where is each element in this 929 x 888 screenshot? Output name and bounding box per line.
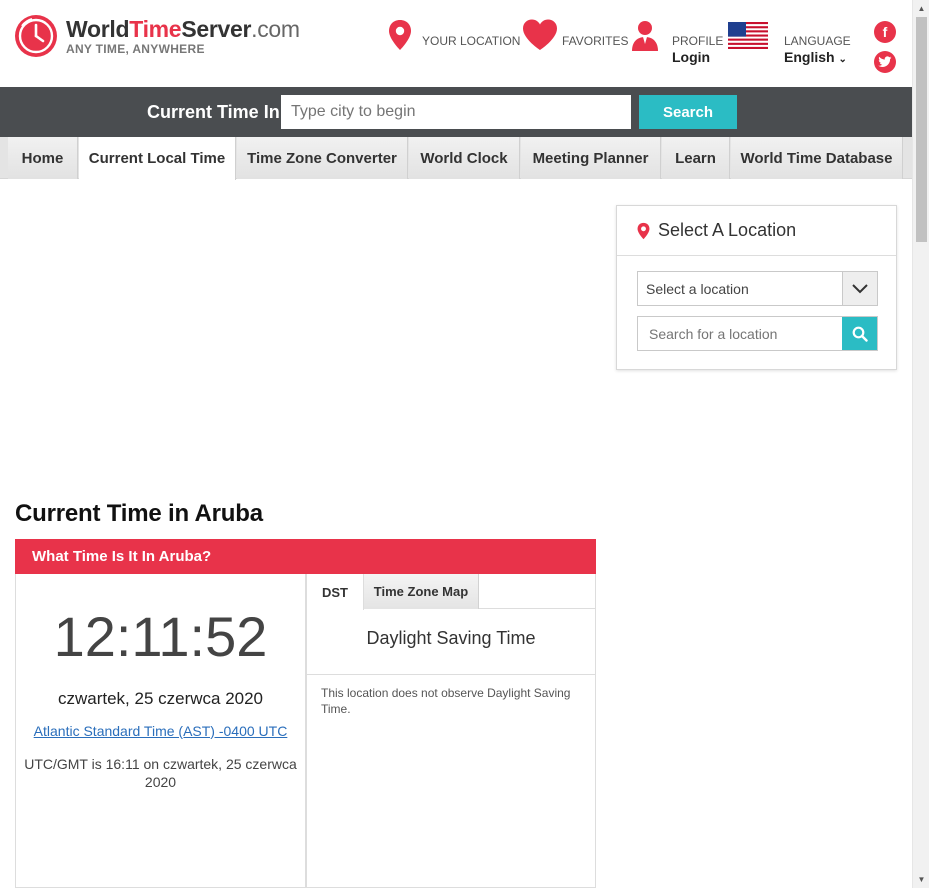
nav-current-local-time[interactable]: Current Local Time (79, 137, 236, 180)
page-scrollbar[interactable]: ▲ ▼ (912, 0, 929, 888)
timezone-link[interactable]: Atlantic Standard Time (AST) -0400 UTC (16, 723, 305, 739)
search-icon[interactable] (842, 317, 877, 350)
logo-wordmark: WorldTimeServer.com (66, 15, 300, 42)
scrollbar-thumb[interactable] (916, 17, 927, 242)
select-location-title: Select A Location (658, 220, 797, 240)
location-select[interactable]: Select a location (637, 271, 878, 306)
language-selector[interactable]: LANGUAGE English ⌄ (728, 22, 851, 68)
clock-logo-icon (15, 15, 57, 57)
nav-world-time-database[interactable]: World Time Database (731, 137, 903, 179)
user-icon (632, 21, 658, 51)
scroll-up-icon[interactable]: ▲ (913, 0, 929, 17)
page-title: Current Time in Aruba (15, 500, 263, 527)
select-location-panel: Select A Location Select a location (616, 205, 897, 370)
profile-label: PROFILE (672, 34, 724, 48)
chevron-down-icon[interactable] (842, 272, 877, 305)
select-location-header: Select A Location (617, 206, 896, 256)
nav-learn[interactable]: Learn (662, 137, 730, 179)
map-pin-icon (637, 222, 650, 239)
facebook-icon[interactable]: f (874, 21, 896, 43)
language-label: LANGUAGE (784, 34, 851, 48)
dst-description: This location does not observe Daylight … (321, 686, 571, 716)
favorites-label: FAVORITES (562, 34, 629, 48)
logo-tagline: ANY TIME, ANYWHERE (66, 41, 205, 56)
tab-dst[interactable]: DST (307, 574, 364, 610)
section-header: What Time Is It In Aruba? (15, 539, 596, 574)
info-tabs-panel: DST Time Zone Map Daylight Saving Time T… (306, 574, 596, 888)
twitter-icon[interactable] (874, 51, 896, 73)
utc-time: UTC/GMT is 16:11 on czwartek, 25 czerwca… (24, 756, 297, 790)
favorites-link[interactable]: FAVORITES (522, 19, 628, 51)
scroll-down-icon[interactable]: ▼ (913, 871, 929, 888)
us-flag-icon (728, 22, 768, 49)
nav-home[interactable]: Home (8, 137, 78, 179)
tab-strip: DST Time Zone Map (307, 574, 595, 610)
map-pin-icon (389, 20, 411, 50)
nav-world-clock[interactable]: World Clock (409, 137, 520, 179)
site-logo[interactable]: WorldTimeServer.com ANY TIME, ANYWHERE (14, 14, 300, 58)
heart-icon (523, 19, 557, 50)
city-search-input[interactable] (281, 95, 631, 129)
nav-meeting-planner[interactable]: Meeting Planner (521, 137, 661, 179)
location-select-value: Select a location (646, 281, 749, 297)
site-header: WorldTimeServer.com ANY TIME, ANYWHERE Y… (0, 0, 912, 87)
current-time-panel: 12:11:52 czwartek, 25 czerwca 2020 Atlan… (15, 574, 306, 888)
nav-time-zone-converter[interactable]: Time Zone Converter (237, 137, 408, 179)
divider (307, 674, 595, 675)
search-button[interactable]: Search (639, 95, 737, 129)
login-link[interactable]: Login (672, 49, 723, 66)
search-bar-label: Current Time In (147, 102, 280, 122)
language-value: English ⌄ (784, 49, 847, 65)
location-search-input[interactable] (638, 317, 843, 350)
tab-time-zone-map[interactable]: Time Zone Map (364, 574, 479, 609)
location-search (637, 316, 878, 351)
current-time: 12:11:52 (53, 605, 268, 668)
your-location-link[interactable]: YOUR LOCATION (388, 20, 520, 50)
chevron-down-icon: ⌄ (838, 54, 847, 65)
profile-link[interactable]: PROFILE Login (631, 20, 723, 66)
your-location-label: YOUR LOCATION (422, 34, 521, 48)
current-date: czwartek, 25 czerwca 2020 (57, 689, 264, 708)
search-bar: Current Time In Search (0, 87, 912, 137)
dst-title: Daylight Saving Time (366, 628, 536, 648)
main-nav: Home Current Local Time Time Zone Conver… (0, 137, 912, 180)
